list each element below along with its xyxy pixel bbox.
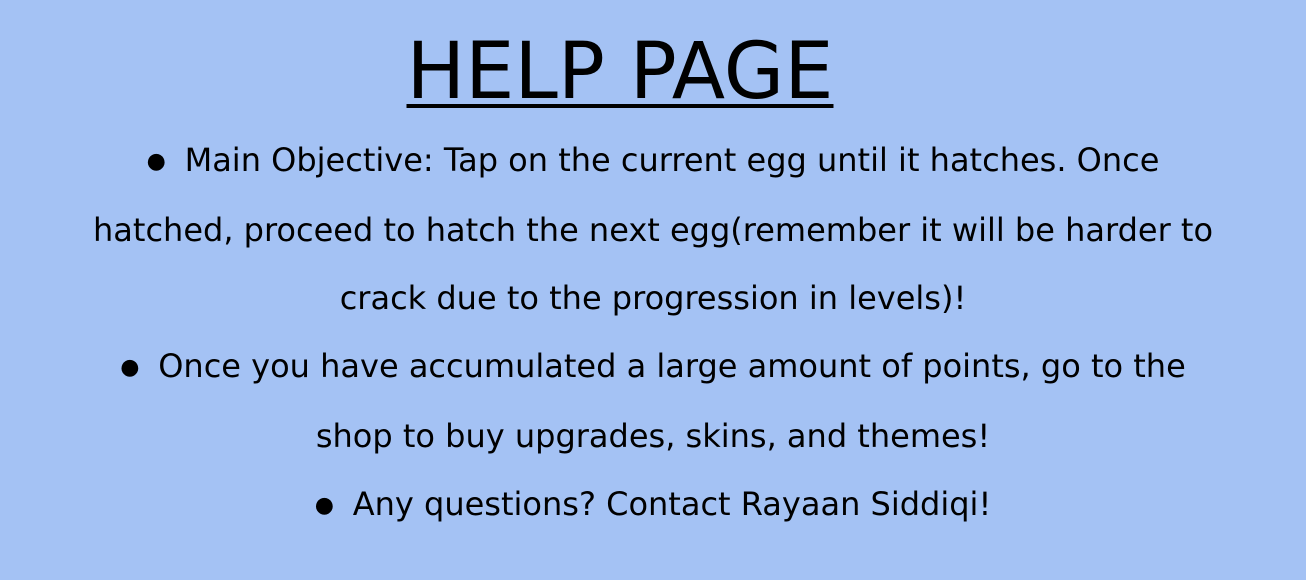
list-item-contact: ● Any questions? Contact Rayaan Siddiqi!: [253, 470, 1053, 540]
list-item-text: Any questions? Contact Rayaan Siddiqi!: [352, 485, 992, 523]
list-item-main-objective: ● Main Objective: Tap on the current egg …: [93, 126, 1213, 332]
list-item-text: Main Objective: Tap on the current egg u…: [93, 141, 1214, 317]
page-title-text: HELP PAGE: [406, 27, 834, 117]
bullet-icon: ●: [314, 493, 334, 518]
list-item-text: Once you have accumulated a large amount…: [158, 347, 1186, 455]
bullet-icon: ●: [120, 355, 140, 380]
list-item-shop: ● Once you have accumulated a large amoun…: [88, 332, 1218, 470]
help-list: ● Main Objective: Tap on the current egg …: [0, 126, 1306, 540]
help-page: HELP PAGE ● Main Objective: Tap on the cu…: [0, 0, 1306, 580]
bullet-icon: ●: [146, 149, 166, 174]
page-title: HELP PAGE: [0, 22, 1240, 122]
